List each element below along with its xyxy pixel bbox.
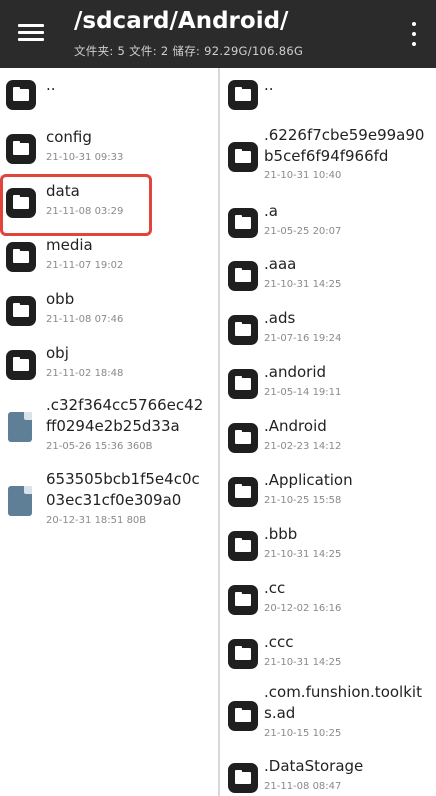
right-file-pane[interactable]: .. .6226f7cbe59e99a90 b5cef6f94f966fd 21… [220, 68, 436, 796]
item-name: media [46, 236, 93, 254]
folder-icon [228, 763, 258, 793]
item-name-line1: .com.funshion.toolkit [264, 683, 422, 701]
item-name: .a [264, 202, 278, 220]
item-name: obb [46, 290, 75, 308]
folder-icon [6, 80, 36, 110]
folder-icon [6, 242, 36, 272]
list-item-ads[interactable]: .ads 21-07-16 19:24 [220, 303, 436, 355]
item-name: .. [264, 76, 274, 94]
item-name: config [46, 128, 92, 146]
list-item-application[interactable]: .Application 21-10-25 15:58 [220, 465, 436, 517]
item-name-line2: s.ad [264, 704, 296, 722]
item-name: .ccc [264, 633, 294, 651]
list-item-parent[interactable]: .. [220, 68, 436, 118]
folder-icon [6, 350, 36, 380]
folder-icon [228, 261, 258, 291]
item-name: .DataStorage [264, 757, 364, 775]
folder-icon [228, 701, 258, 731]
item-meta: 21-10-31 14:25 [264, 549, 342, 560]
folder-icon [228, 80, 258, 110]
list-item-datastorage[interactable]: .DataStorage 21-11-08 08:47 [220, 751, 436, 796]
folder-icon [228, 477, 258, 507]
list-item-aaa[interactable]: .aaa 21-10-31 14:25 [220, 249, 436, 301]
item-name: .cc [264, 579, 286, 597]
item-meta: 21-05-14 19:11 [264, 387, 342, 398]
folder-icon [228, 208, 258, 238]
list-item-andorid[interactable]: .andorid 21-05-14 19:11 [220, 357, 436, 409]
item-meta: 21-11-08 08:47 [264, 781, 342, 792]
item-meta: 21-07-16 19:24 [264, 333, 342, 344]
item-meta: 21-05-26 15:36 360B [46, 441, 153, 452]
path-title: /sdcard/Android/ [74, 8, 289, 34]
folder-icon [228, 639, 258, 669]
list-item-cc[interactable]: .cc 20-12-02 16:16 [220, 573, 436, 625]
item-meta: 21-10-31 14:25 [264, 279, 342, 290]
file-icon [8, 412, 32, 442]
more-options-icon[interactable] [406, 22, 422, 46]
item-meta: 21-10-25 15:58 [264, 495, 342, 506]
item-meta: 20-12-02 16:16 [264, 603, 342, 614]
item-meta: 21-10-31 10:40 [264, 170, 342, 181]
list-item-file-c32f[interactable]: .c32f364cc5766ec42 ff0294e2b25d33a 21-05… [0, 392, 218, 460]
item-meta: 20-12-31 18:51 80B [46, 515, 147, 526]
list-item-media[interactable]: media 21-11-07 19:02 [0, 230, 218, 282]
list-item-funshion[interactable]: .com.funshion.toolkit s.ad 21-10-15 10:2… [220, 681, 436, 749]
item-name: .Android [264, 417, 327, 435]
item-name: .bbb [264, 525, 298, 543]
list-item-android[interactable]: .Android 21-02-23 14:12 [220, 411, 436, 463]
list-item-parent[interactable]: .. [0, 68, 218, 118]
item-meta: 21-02-23 14:12 [264, 441, 342, 452]
item-name-line1: .c32f364cc5766ec42 [46, 396, 204, 414]
list-item-obj[interactable]: obj 21-11-02 18:48 [0, 338, 218, 390]
item-meta: 21-11-07 19:02 [46, 260, 124, 271]
item-name: .andorid [264, 363, 327, 381]
item-name: .Application [264, 471, 353, 489]
file-icon [8, 486, 32, 516]
item-name: obj [46, 344, 69, 362]
folder-icon [6, 296, 36, 326]
folder-icon [228, 369, 258, 399]
item-meta: 21-11-02 18:48 [46, 368, 124, 379]
list-item-config[interactable]: config 21-10-31 09:33 [0, 122, 218, 174]
hamburger-menu-icon[interactable] [14, 20, 48, 48]
item-meta: 21-10-31 14:25 [264, 657, 342, 668]
item-name-line2: b5cef6f94f966fd [264, 147, 389, 165]
item-meta: 21-10-31 09:33 [46, 152, 124, 163]
item-name-line1: .6226f7cbe59e99a90 [264, 126, 425, 144]
item-meta: 21-05-25 20:07 [264, 226, 342, 237]
selection-highlight [0, 174, 152, 236]
item-name: .. [46, 76, 56, 94]
top-app-bar: /sdcard/Android/ 文件夹: 5 文件: 2 储存: 92.29G… [0, 0, 436, 68]
folder-icon [228, 585, 258, 615]
list-item-obb[interactable]: obb 21-11-08 07:46 [0, 284, 218, 336]
item-name-line1: 653505bcb1f5e4c0c [46, 470, 200, 488]
list-item-ccc[interactable]: .ccc 21-10-31 14:25 [220, 627, 436, 679]
list-item-6226[interactable]: .6226f7cbe59e99a90 b5cef6f94f966fd 21-10… [220, 124, 436, 188]
folder-icon [6, 134, 36, 164]
storage-summary: 文件夹: 5 文件: 2 储存: 92.29G/106.86G [74, 44, 304, 58]
list-item-file-6535[interactable]: 653505bcb1f5e4c0c 03ec31cf0e309a0 20-12-… [0, 466, 218, 534]
item-meta: 21-11-08 07:46 [46, 314, 124, 325]
list-item-bbb[interactable]: .bbb 21-10-31 14:25 [220, 519, 436, 571]
item-name: .aaa [264, 255, 297, 273]
item-name: .ads [264, 309, 296, 327]
item-name-line2: 03ec31cf0e309a0 [46, 491, 182, 509]
list-item-a[interactable]: .a 21-05-25 20:07 [220, 196, 436, 248]
folder-icon [228, 423, 258, 453]
folder-icon [228, 531, 258, 561]
folder-icon [228, 315, 258, 345]
item-name-line2: ff0294e2b25d33a [46, 417, 180, 435]
folder-icon [228, 142, 258, 172]
item-meta: 21-10-15 10:25 [264, 728, 342, 739]
